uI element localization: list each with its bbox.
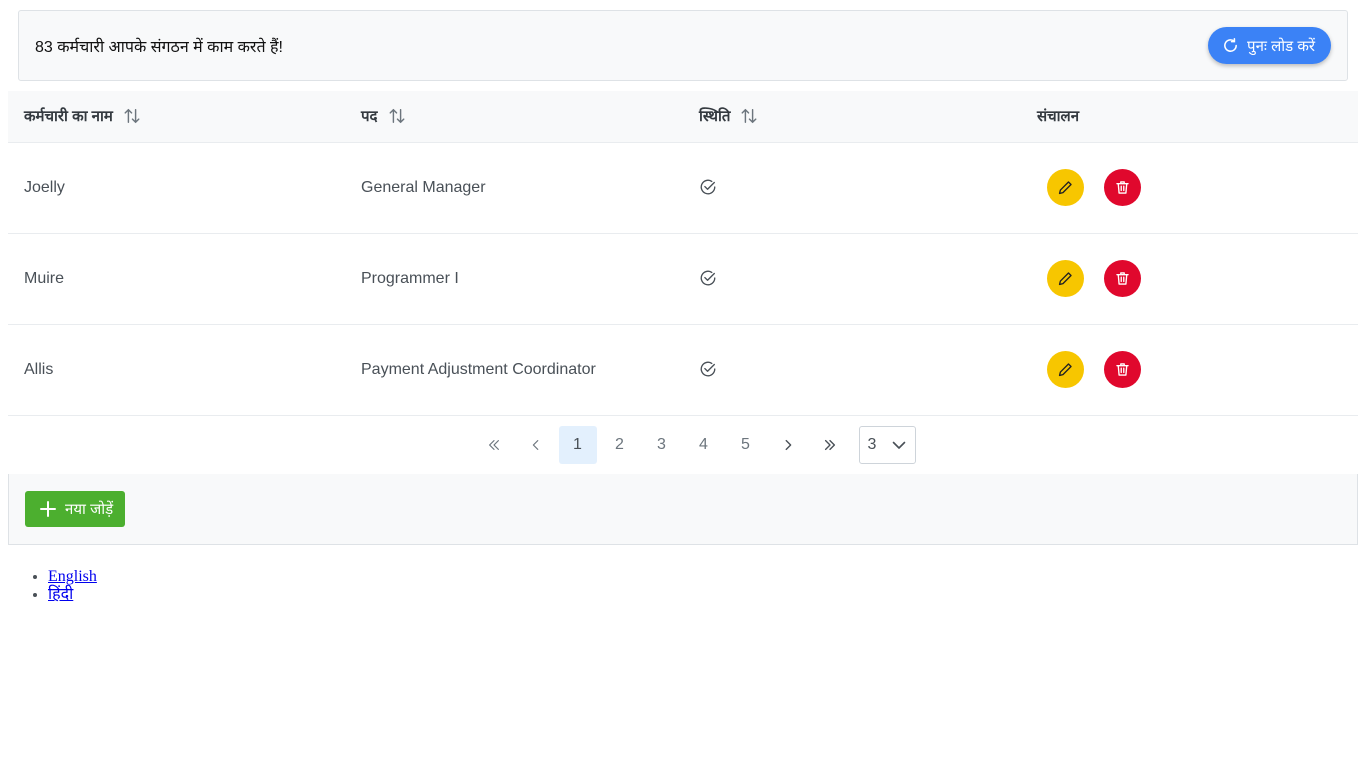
delete-button[interactable]	[1104, 169, 1141, 206]
table-row: Muire Programmer I	[8, 233, 1358, 325]
rows-per-page-value: 3	[867, 435, 877, 453]
footer-toolbar: नया जोड़ें	[8, 474, 1358, 545]
header-toolbar: 83 कर्मचारी आपके संगठन में काम करते हैं!…	[18, 10, 1348, 81]
refresh-icon	[1224, 37, 1237, 52]
rows-per-page-dropdown[interactable]: 3	[858, 425, 916, 464]
employee-position-cell: Payment Adjustment Coordinator	[345, 324, 683, 416]
table-header-row: कर्मचारी का नाम पद स्थिति संचालन	[8, 91, 1358, 143]
employee-table: कर्मचारी का नाम पद स्थिति संचालन Joelly …	[8, 91, 1358, 475]
first-page-button[interactable]	[475, 426, 513, 464]
employee-actions-cell	[1021, 324, 1358, 416]
employee-name-cell: Joelly	[8, 142, 345, 234]
next-page-button[interactable]	[769, 426, 807, 464]
chevron-down-icon	[892, 441, 905, 449]
double-chevron-left-icon	[488, 439, 499, 450]
language-link-hindi[interactable]: हिंदी	[48, 586, 73, 603]
prev-page-button[interactable]	[517, 426, 555, 464]
delete-button[interactable]	[1104, 260, 1141, 297]
chevron-left-icon	[532, 439, 538, 450]
language-list: English हिंदी	[8, 568, 97, 604]
add-new-button[interactable]: नया जोड़ें	[25, 491, 126, 527]
paginator: 1 2 3 4 5 3	[8, 416, 1358, 475]
table-row: Joelly General Manager	[8, 142, 1358, 234]
list-item: English	[48, 568, 97, 586]
sort-icon[interactable]	[123, 107, 141, 125]
list-item: हिंदी	[48, 586, 97, 604]
column-header-position[interactable]: पद	[345, 91, 683, 143]
employee-status-cell	[683, 324, 1021, 416]
check-circle-icon	[700, 270, 716, 286]
sort-icon[interactable]	[740, 107, 758, 125]
employee-name-cell: Muire	[8, 233, 345, 325]
language-link-english[interactable]: English	[48, 568, 97, 585]
delete-button[interactable]	[1104, 351, 1141, 388]
column-header-status[interactable]: स्थिति	[683, 91, 1021, 143]
reload-button[interactable]: पुनः लोड करें	[1208, 27, 1331, 64]
page-button-5[interactable]: 5	[727, 426, 765, 464]
reload-button-label: पुनः लोड करें	[1247, 37, 1315, 55]
pencil-icon	[1058, 181, 1072, 195]
employee-actions-cell	[1021, 233, 1358, 325]
trash-icon	[1116, 272, 1129, 285]
employee-status-cell	[683, 142, 1021, 234]
double-chevron-right-icon	[824, 439, 835, 450]
edit-button[interactable]	[1047, 351, 1084, 388]
edit-button[interactable]	[1047, 169, 1084, 206]
employee-count-text: 83 कर्मचारी आपके संगठन में काम करते हैं!	[35, 38, 283, 56]
employee-status-cell	[683, 233, 1021, 325]
chevron-right-icon	[785, 439, 791, 450]
check-circle-icon	[700, 361, 716, 377]
table-row: Allis Payment Adjustment Coordinator	[8, 324, 1358, 416]
employee-name-cell: Allis	[8, 324, 345, 416]
add-new-button-label: नया जोड़ें	[65, 501, 114, 518]
column-header-actions: संचालन	[1021, 91, 1358, 143]
plus-icon	[40, 501, 56, 517]
trash-icon	[1116, 181, 1129, 194]
page-button-2[interactable]: 2	[601, 426, 639, 464]
employee-position-cell: General Manager	[345, 142, 683, 234]
pencil-icon	[1058, 272, 1072, 286]
pencil-icon	[1058, 363, 1072, 377]
check-circle-icon	[700, 179, 716, 195]
edit-button[interactable]	[1047, 260, 1084, 297]
page-button-3[interactable]: 3	[643, 426, 681, 464]
employee-position-cell: Programmer I	[345, 233, 683, 325]
page-button-1[interactable]: 1	[558, 425, 597, 464]
column-header-name[interactable]: कर्मचारी का नाम	[8, 91, 345, 143]
page-button-4[interactable]: 4	[685, 426, 723, 464]
last-page-button[interactable]	[811, 426, 849, 464]
trash-icon	[1116, 363, 1129, 376]
sort-icon[interactable]	[388, 107, 406, 125]
employee-actions-cell	[1021, 142, 1358, 234]
